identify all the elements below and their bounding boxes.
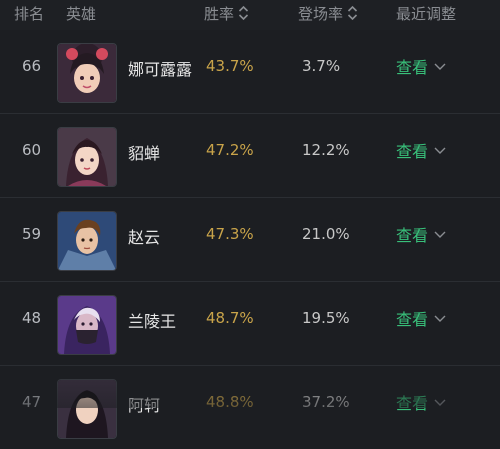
chevron-down-icon	[434, 140, 446, 159]
chevron-down-icon	[434, 224, 446, 243]
hero-avatar[interactable]	[57, 127, 117, 187]
header-win-rate-sort[interactable]: 胜率	[204, 3, 249, 24]
win-rate-value: 43.7%	[206, 57, 254, 75]
view-adjust-button[interactable]: 查看	[396, 390, 446, 414]
view-label: 查看	[396, 394, 429, 413]
chevron-down-icon	[434, 392, 446, 411]
hero-name: 阿轲	[128, 396, 161, 415]
view-label: 查看	[396, 58, 429, 77]
sort-icon	[238, 5, 249, 21]
rank-value: 66	[22, 57, 42, 75]
pick-rate-value: 37.2%	[302, 393, 350, 411]
view-label: 查看	[396, 226, 429, 245]
chevron-down-icon	[434, 56, 446, 75]
hero-avatar[interactable]	[57, 43, 117, 103]
rank-value: 48	[22, 309, 42, 327]
sort-icon	[347, 5, 358, 21]
table-row[interactable]: 48 兰陵王 48.7% 19.5% 查看	[0, 282, 500, 366]
win-rate-value: 48.8%	[206, 393, 254, 411]
header-pick-rate-label: 登场率	[298, 5, 344, 23]
header-hero: 英雄	[66, 5, 97, 23]
pick-rate-value: 12.2%	[302, 141, 350, 159]
rank-value: 47	[22, 393, 42, 411]
view-adjust-button[interactable]: 查看	[396, 222, 446, 246]
hero-name: 娜可露露	[128, 60, 193, 79]
header-recent-adjust: 最近调整	[396, 5, 457, 23]
header-pick-rate-sort[interactable]: 登场率	[298, 3, 358, 24]
pick-rate-value: 19.5%	[302, 309, 350, 327]
hero-avatar[interactable]	[57, 211, 117, 271]
view-adjust-button[interactable]: 查看	[396, 138, 446, 162]
hero-name: 赵云	[128, 228, 161, 247]
view-label: 查看	[396, 310, 429, 329]
header-rank: 排名	[14, 5, 45, 23]
hero-avatar[interactable]	[57, 295, 117, 355]
pick-rate-value: 21.0%	[302, 225, 350, 243]
hero-avatar[interactable]	[57, 379, 117, 439]
view-adjust-button[interactable]: 查看	[396, 54, 446, 78]
pick-rate-value: 3.7%	[302, 57, 341, 75]
hero-name: 貂蝉	[128, 144, 161, 163]
table-header: 排名 英雄 胜率 登场率 最近调整	[0, 0, 500, 30]
rank-value: 59	[22, 225, 42, 243]
chevron-down-icon	[434, 308, 446, 327]
table-row[interactable]: 60 貂蝉 47.2% 12.2% 查看	[0, 114, 500, 198]
view-adjust-button[interactable]: 查看	[396, 306, 446, 330]
header-win-rate-label: 胜率	[204, 5, 235, 23]
rank-value: 60	[22, 141, 42, 159]
table-row[interactable]: 66 娜可露露 43.7% 3.7% 查看	[0, 30, 500, 114]
win-rate-value: 48.7%	[206, 309, 254, 327]
table-row[interactable]: 59 赵云 47.3% 21.0% 查看	[0, 198, 500, 282]
hero-name: 兰陵王	[128, 312, 177, 331]
win-rate-value: 47.2%	[206, 141, 254, 159]
view-label: 查看	[396, 142, 429, 161]
win-rate-value: 47.3%	[206, 225, 254, 243]
